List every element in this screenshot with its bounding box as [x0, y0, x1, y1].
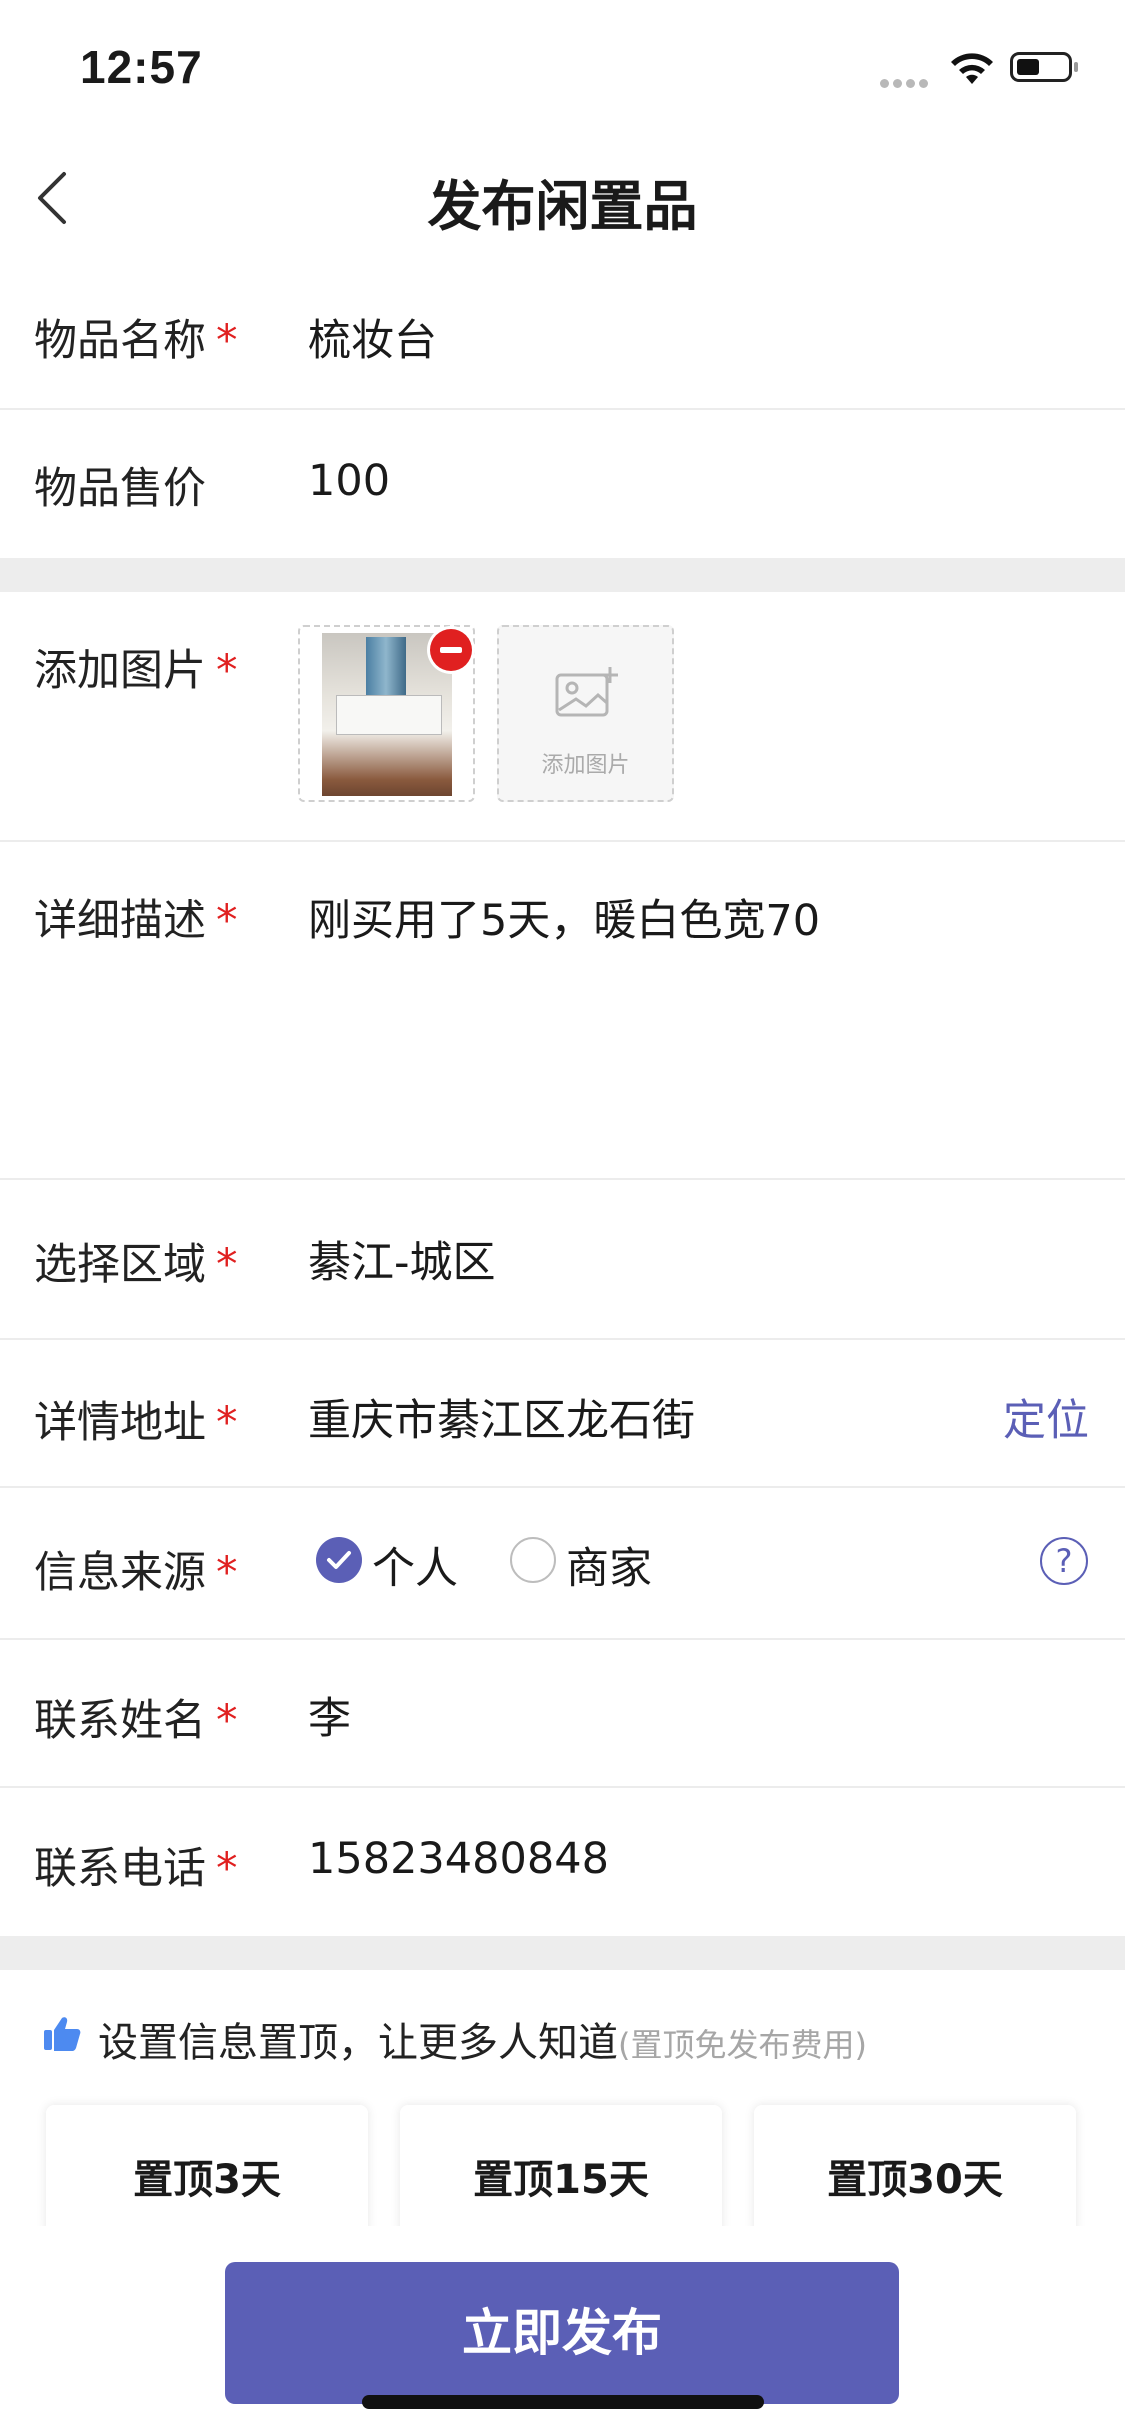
pin-option-15-days[interactable]: 置顶15天: [400, 2105, 722, 2235]
area-row[interactable]: 选择区域 * 綦江-城区: [0, 1180, 1125, 1340]
required-mark: *: [216, 316, 238, 366]
required-mark: *: [216, 896, 238, 946]
home-indicator: [362, 2395, 764, 2409]
add-image-button[interactable]: 添加图片: [497, 625, 674, 802]
item-name-field[interactable]: 梳妆台: [308, 306, 437, 368]
area-select[interactable]: 綦江-城区: [308, 1228, 496, 1290]
required-mark: *: [216, 1240, 238, 1290]
phone-label: 联系电话 *: [34, 1844, 238, 1894]
contact-name-row[interactable]: 联系姓名 * 李: [0, 1640, 1125, 1788]
contact-name-field[interactable]: 李: [308, 1684, 351, 1746]
status-bar: 12:57: [0, 0, 1125, 132]
required-mark: *: [216, 646, 238, 696]
source-row: 信息来源 *: [0, 1488, 1125, 1640]
source-merchant-radio[interactable]: [510, 1537, 556, 1583]
description-label: 详细描述 *: [34, 896, 238, 946]
address-field[interactable]: 重庆市綦江区龙石街: [308, 1386, 695, 1448]
help-icon[interactable]: ?: [1040, 1537, 1088, 1585]
phone-field[interactable]: 15823480848: [308, 1834, 609, 1884]
required-mark: *: [216, 1844, 238, 1894]
item-name-label: 物品名称 *: [34, 316, 238, 366]
required-mark: *: [216, 1548, 238, 1598]
section-divider: [0, 1936, 1125, 1970]
description-row[interactable]: 详细描述 * 刚买用了5天，暖白色宽70: [0, 842, 1125, 1180]
add-image-icon: [555, 667, 618, 717]
section-divider: [0, 558, 1125, 592]
cellular-signal-icon: [880, 73, 932, 92]
source-label: 信息来源 *: [34, 1548, 238, 1598]
source-merchant-label[interactable]: 商家: [566, 1534, 652, 1596]
thumbs-up-icon: [44, 2017, 81, 2051]
battery-icon: [1010, 52, 1078, 82]
source-personal-label[interactable]: 个人: [372, 1534, 458, 1596]
nav-bar: 发布闲置品: [0, 132, 1125, 262]
checkmark-icon: [327, 1551, 351, 1569]
status-time: 12:57: [80, 41, 203, 93]
images-label: 添加图片 *: [34, 646, 238, 696]
pin-option-3-days[interactable]: 置顶3天: [46, 2105, 368, 2235]
publish-button[interactable]: 立即发布: [225, 2262, 899, 2404]
add-image-label: 添加图片: [541, 753, 630, 778]
item-name-row[interactable]: 物品名称 * 梳妆台: [0, 262, 1125, 410]
item-price-field[interactable]: 100: [308, 456, 390, 506]
pin-option-30-days[interactable]: 置顶30天: [754, 2105, 1076, 2235]
item-price-row[interactable]: 物品售价 100: [0, 410, 1125, 558]
address-row[interactable]: 详情地址 * 重庆市綦江区龙石街 定位: [0, 1340, 1125, 1488]
contact-name-label: 联系姓名 *: [34, 1696, 238, 1746]
source-personal-radio[interactable]: [316, 1537, 362, 1583]
address-label: 详情地址 *: [34, 1398, 238, 1448]
locate-button[interactable]: 定位: [1003, 1386, 1089, 1448]
wifi-icon: [951, 53, 993, 84]
uploaded-image-thumbnail[interactable]: [298, 625, 475, 802]
page-title: 发布闲置品: [427, 175, 698, 238]
remove-image-icon[interactable]: [430, 629, 472, 671]
promo-hint: (置顶免发布费用): [618, 2026, 867, 2064]
area-label: 选择区域 *: [34, 1240, 238, 1290]
item-price-label: 物品售价: [34, 464, 206, 514]
promo-title: 设置信息置顶，让更多人知道(置顶免发布费用): [44, 2010, 867, 2068]
phone-row[interactable]: 联系电话 * 15823480848: [0, 1788, 1125, 1936]
required-mark: *: [216, 1696, 238, 1746]
required-mark: *: [216, 1398, 238, 1448]
description-field[interactable]: 刚买用了5天，暖白色宽70: [308, 886, 820, 948]
